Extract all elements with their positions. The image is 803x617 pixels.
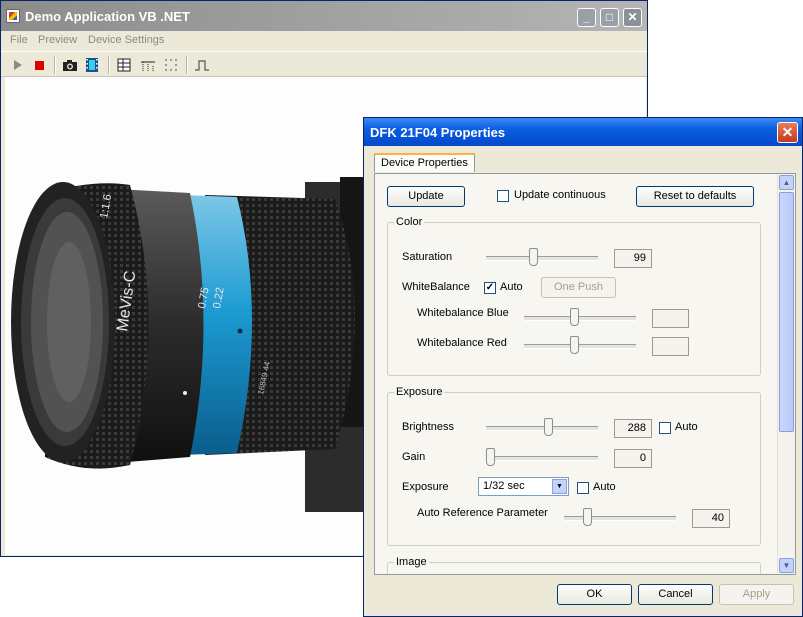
exposure-group-title: Exposure bbox=[394, 386, 445, 398]
whitebalance-auto-label: Auto bbox=[500, 281, 523, 293]
image-group: Image bbox=[387, 556, 761, 574]
whitebalance-blue-label: Whitebalance Blue bbox=[417, 307, 509, 319]
auto-reference-slider-thumb[interactable] bbox=[582, 508, 592, 526]
exposure-auto-checkbox[interactable] bbox=[577, 482, 589, 494]
menu-file[interactable]: File bbox=[10, 34, 28, 46]
menu-preview[interactable]: Preview bbox=[38, 34, 77, 46]
toolbar-separator bbox=[108, 56, 109, 74]
auto-reference-value: 40 bbox=[692, 509, 730, 528]
trigger-icon[interactable] bbox=[194, 57, 210, 73]
update-continuous-label: Update continuous bbox=[514, 189, 606, 201]
gain-label: Gain bbox=[402, 451, 426, 463]
saturation-value: 99 bbox=[614, 249, 652, 268]
brightness-auto-checkbox[interactable] bbox=[659, 422, 671, 434]
whitebalance-auto-checkbox[interactable]: ✓ bbox=[484, 282, 496, 294]
whitebalance-red-value bbox=[652, 337, 689, 356]
saturation-label: Saturation bbox=[402, 251, 453, 263]
brightness-auto-label: Auto bbox=[675, 421, 698, 433]
color-group-title: Color bbox=[394, 216, 425, 228]
gain-slider-thumb[interactable] bbox=[486, 448, 495, 466]
whitebalance-red-slider-thumb[interactable] bbox=[570, 336, 580, 354]
color-group: Color Saturation 99 WhiteBalance ✓ Auto … bbox=[387, 216, 761, 376]
toolbar bbox=[1, 51, 647, 77]
menu-device-settings[interactable]: Device Settings bbox=[88, 34, 164, 46]
brightness-value: 288 bbox=[614, 419, 652, 438]
whitebalance-label: WhiteBalance bbox=[402, 281, 470, 293]
gain-slider-track[interactable] bbox=[486, 456, 598, 461]
saturation-slider-track[interactable] bbox=[486, 256, 598, 261]
stop-icon[interactable] bbox=[32, 57, 48, 73]
grid-icon[interactable] bbox=[163, 57, 179, 73]
main-window-title: Demo Application VB .NET bbox=[25, 9, 190, 24]
whitebalance-red-label: Whitebalance Red bbox=[417, 337, 507, 349]
main-title-bar[interactable]: Demo Application VB .NET _ □ ✕ bbox=[1, 1, 647, 31]
roi-icon[interactable] bbox=[140, 57, 156, 73]
scroll-thumb[interactable] bbox=[779, 192, 794, 432]
properties-icon[interactable] bbox=[116, 57, 132, 73]
brightness-slider-track[interactable] bbox=[486, 426, 598, 431]
image-group-title: Image bbox=[394, 556, 429, 568]
cancel-button[interactable]: Cancel bbox=[638, 584, 713, 605]
apply-button[interactable]: Apply bbox=[719, 584, 794, 605]
whitebalance-blue-value bbox=[652, 309, 689, 328]
tab-device-properties[interactable]: Device Properties bbox=[374, 153, 475, 172]
exposure-select[interactable]: 1/32 sec ▼ bbox=[478, 477, 569, 496]
brightness-slider-thumb[interactable] bbox=[543, 418, 553, 436]
update-button[interactable]: Update bbox=[387, 186, 465, 207]
brightness-label: Brightness bbox=[402, 421, 454, 433]
update-continuous-checkbox[interactable] bbox=[497, 190, 509, 202]
one-push-button[interactable]: One Push bbox=[541, 277, 616, 298]
dialog-close-button[interactable]: ✕ bbox=[777, 122, 798, 143]
chevron-down-icon[interactable]: ▼ bbox=[552, 479, 567, 494]
film-icon[interactable] bbox=[84, 57, 100, 73]
play-icon[interactable] bbox=[10, 57, 26, 73]
vertical-scrollbar[interactable]: ▲ ▼ bbox=[777, 174, 795, 574]
exposure-label: Exposure bbox=[402, 481, 449, 493]
exposure-select-value: 1/32 sec bbox=[483, 480, 525, 492]
gain-value: 0 bbox=[614, 449, 652, 468]
dialog-title: DFK 21F04 Properties bbox=[370, 125, 506, 140]
ok-button[interactable]: OK bbox=[557, 584, 632, 605]
saturation-slider-thumb[interactable] bbox=[529, 248, 539, 266]
toolbar-separator bbox=[54, 56, 55, 74]
scroll-up-icon[interactable]: ▲ bbox=[779, 175, 794, 190]
auto-reference-parameter-label: Auto Reference Parameter bbox=[417, 507, 548, 519]
whitebalance-red-slider-track[interactable] bbox=[524, 344, 636, 349]
dialog-title-bar[interactable]: DFK 21F04 Properties ✕ bbox=[364, 118, 802, 146]
auto-reference-slider-track[interactable] bbox=[564, 516, 676, 521]
reset-to-defaults-button[interactable]: Reset to defaults bbox=[636, 186, 754, 207]
exposure-group: Exposure Brightness 288 Auto Gain 0 Expo… bbox=[387, 386, 761, 546]
toolbar-separator bbox=[186, 56, 187, 74]
exposure-auto-label: Auto bbox=[593, 481, 616, 493]
app-icon bbox=[6, 9, 20, 23]
close-button[interactable]: ✕ bbox=[623, 8, 642, 27]
device-properties-panel: ▲ ▼ Update Update continuous Reset to de… bbox=[374, 173, 796, 575]
whitebalance-blue-slider-thumb[interactable] bbox=[570, 308, 580, 326]
whitebalance-blue-slider-track[interactable] bbox=[524, 316, 636, 321]
minimize-button[interactable]: _ bbox=[577, 8, 596, 27]
camera-icon[interactable] bbox=[62, 57, 78, 73]
maximize-button[interactable]: □ bbox=[600, 8, 619, 27]
scroll-down-icon[interactable]: ▼ bbox=[779, 558, 794, 573]
properties-dialog: DFK 21F04 Properties ✕ Device Properties… bbox=[363, 117, 803, 617]
menu-bar: File Preview Device Settings bbox=[1, 32, 647, 49]
